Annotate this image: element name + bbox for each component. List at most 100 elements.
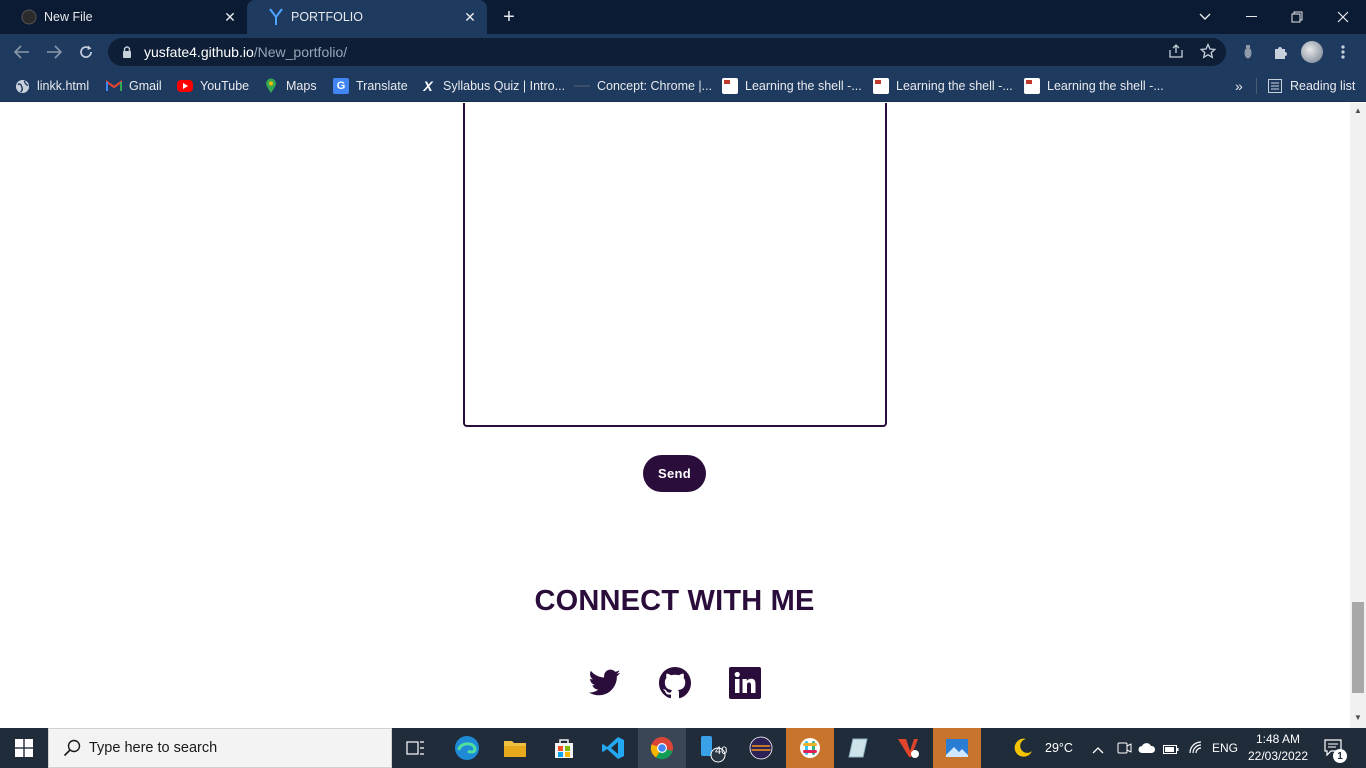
tab-label: New File [44,10,93,24]
bookmark-youtube[interactable]: YouTube [177,76,249,96]
microsoft-store-icon[interactable] [540,728,588,768]
eclipse-icon[interactable] [737,728,785,768]
github-icon [20,8,38,26]
bookmarks-overflow-button[interactable]: » [1235,76,1243,96]
weather-moon-icon[interactable] [1012,737,1034,764]
chrome-icon[interactable] [638,728,686,768]
language-indicator[interactable]: ENG [1212,741,1238,755]
notification-badge: 1 [1333,749,1347,763]
globe-icon [14,78,30,94]
taskbar-search-input[interactable]: Type here to search [48,728,392,768]
extension-icon[interactable] [1238,42,1258,62]
new-tab-button[interactable]: + [497,6,521,28]
youtube-icon [177,80,193,92]
clock[interactable]: 1:48 AM 22/03/2022 [1238,731,1318,765]
maps-icon [263,78,279,94]
scroll-down-arrow-icon[interactable]: ▼ [1350,713,1366,725]
clock-date: 22/03/2022 [1247,749,1309,763]
edge-icon[interactable] [443,728,491,768]
bookmark-label: Gmail [129,79,162,93]
bookmark-translate[interactable]: G Translate [333,76,408,96]
bookmark-star-icon[interactable] [1198,41,1218,61]
bookmark-maps[interactable]: Maps [263,76,317,96]
reading-list-button[interactable]: Reading list [1268,76,1355,96]
reload-button[interactable] [73,39,99,65]
lock-icon [122,46,136,58]
close-window-button[interactable] [1320,0,1366,34]
bookmark-linkk[interactable]: linkk.html [14,76,89,96]
address-bar[interactable]: yusfate4.github.io/New_portfolio/ [108,38,1226,66]
doc-icon [1024,78,1040,94]
portfolio-y-icon [267,8,285,26]
bookmark-learning-shell-3[interactable]: Learning the shell -... [1024,76,1164,96]
tab-portfolio[interactable]: PORTFOLIO ✕ [247,0,487,34]
photos-app-icon[interactable] [933,728,981,768]
bookmark-label: Syllabus Quiz | Intro... [443,79,566,93]
twitter-icon[interactable] [588,666,622,700]
bookmark-label: Learning the shell -... [1047,79,1164,93]
profile-avatar[interactable] [1301,41,1323,63]
vscode-icon[interactable] [589,728,637,768]
close-icon[interactable]: ✕ [461,8,479,26]
windows-taskbar: Type here to search 40 29°C ENG 1:48 AM … [0,728,1366,768]
tray-chevron-up-icon[interactable] [1092,741,1104,759]
battery-icon[interactable] [1163,742,1179,760]
phone-app-icon[interactable]: 40 [687,728,735,768]
bookmark-learning-shell-1[interactable]: Learning the shell -... [722,76,862,96]
message-textarea[interactable] [463,103,887,427]
scroll-thumb[interactable] [1352,602,1364,693]
back-button[interactable] [9,39,35,65]
file-explorer-icon[interactable] [491,728,539,768]
bookmark-label: Learning the shell -... [896,79,1013,93]
bookmark-label: Concept: Chrome |... [597,79,713,93]
bookmark-label: Maps [286,79,317,93]
tab-search-chevron-icon[interactable] [1182,0,1228,34]
windows-start-icon[interactable] [0,728,48,768]
notes-app-icon[interactable] [834,728,882,768]
vertical-scrollbar[interactable]: ▲ ▼ [1350,103,1366,728]
browser-toolbar: yusfate4.github.io/New_portfolio/ [0,34,1366,70]
bookmarks-divider [1256,78,1257,94]
share-icon[interactable] [1166,41,1186,61]
translate-icon: G [333,78,349,94]
wifi-icon[interactable] [1188,740,1204,759]
connect-title: CONNECT WITH ME [534,585,815,617]
tab-new-file[interactable]: New File ✕ [0,0,247,34]
doc-icon [722,78,738,94]
onedrive-cloud-icon[interactable] [1138,741,1156,759]
bookmark-label: YouTube [200,79,250,93]
vlc-media-icon[interactable] [884,728,932,768]
tab-label: PORTFOLIO [291,10,364,24]
github-icon[interactable] [658,666,692,700]
concept-icon [574,78,590,94]
clock-time: 1:48 AM [1255,732,1301,746]
bookmark-label: linkk.html [37,79,90,93]
puzzle-extensions-icon[interactable] [1270,42,1290,62]
bookmarks-bar: linkk.html Gmail YouTube Maps G Translat… [0,70,1366,102]
page-viewport: Send CONNECT WITH ME ▲ ▼ [0,103,1366,728]
bookmark-concept-chrome[interactable]: Concept: Chrome |... [574,76,712,96]
send-button[interactable]: Send [643,455,706,492]
reading-list-icon [1268,79,1282,93]
bookmark-syllabus-quiz[interactable]: X Syllabus Quiz | Intro... [420,76,565,96]
url-path: /New_portfolio/ [253,44,348,60]
forward-button[interactable] [41,39,67,65]
bookmark-learning-shell-2[interactable]: Learning the shell -... [873,76,1013,96]
menu-dots-icon[interactable] [1333,42,1353,62]
search-icon [63,739,81,757]
url-host: yusfate4.github.io [144,44,254,60]
restore-button[interactable] [1274,0,1320,34]
minimize-button[interactable] [1228,0,1274,34]
scroll-up-arrow-icon[interactable]: ▲ [1350,106,1366,118]
slack-icon[interactable] [786,728,834,768]
x-icon: X [423,78,433,94]
search-placeholder: Type here to search [89,740,218,756]
task-view-icon[interactable] [392,728,440,768]
linkedin-icon[interactable] [728,666,762,700]
app-badge-count: 40 [715,745,728,757]
meet-now-icon[interactable] [1116,740,1132,761]
close-icon[interactable]: ✕ [221,8,239,26]
bookmark-gmail[interactable]: Gmail [106,76,162,96]
weather-temperature[interactable]: 29°C [1045,741,1073,755]
doc-icon [873,78,889,94]
